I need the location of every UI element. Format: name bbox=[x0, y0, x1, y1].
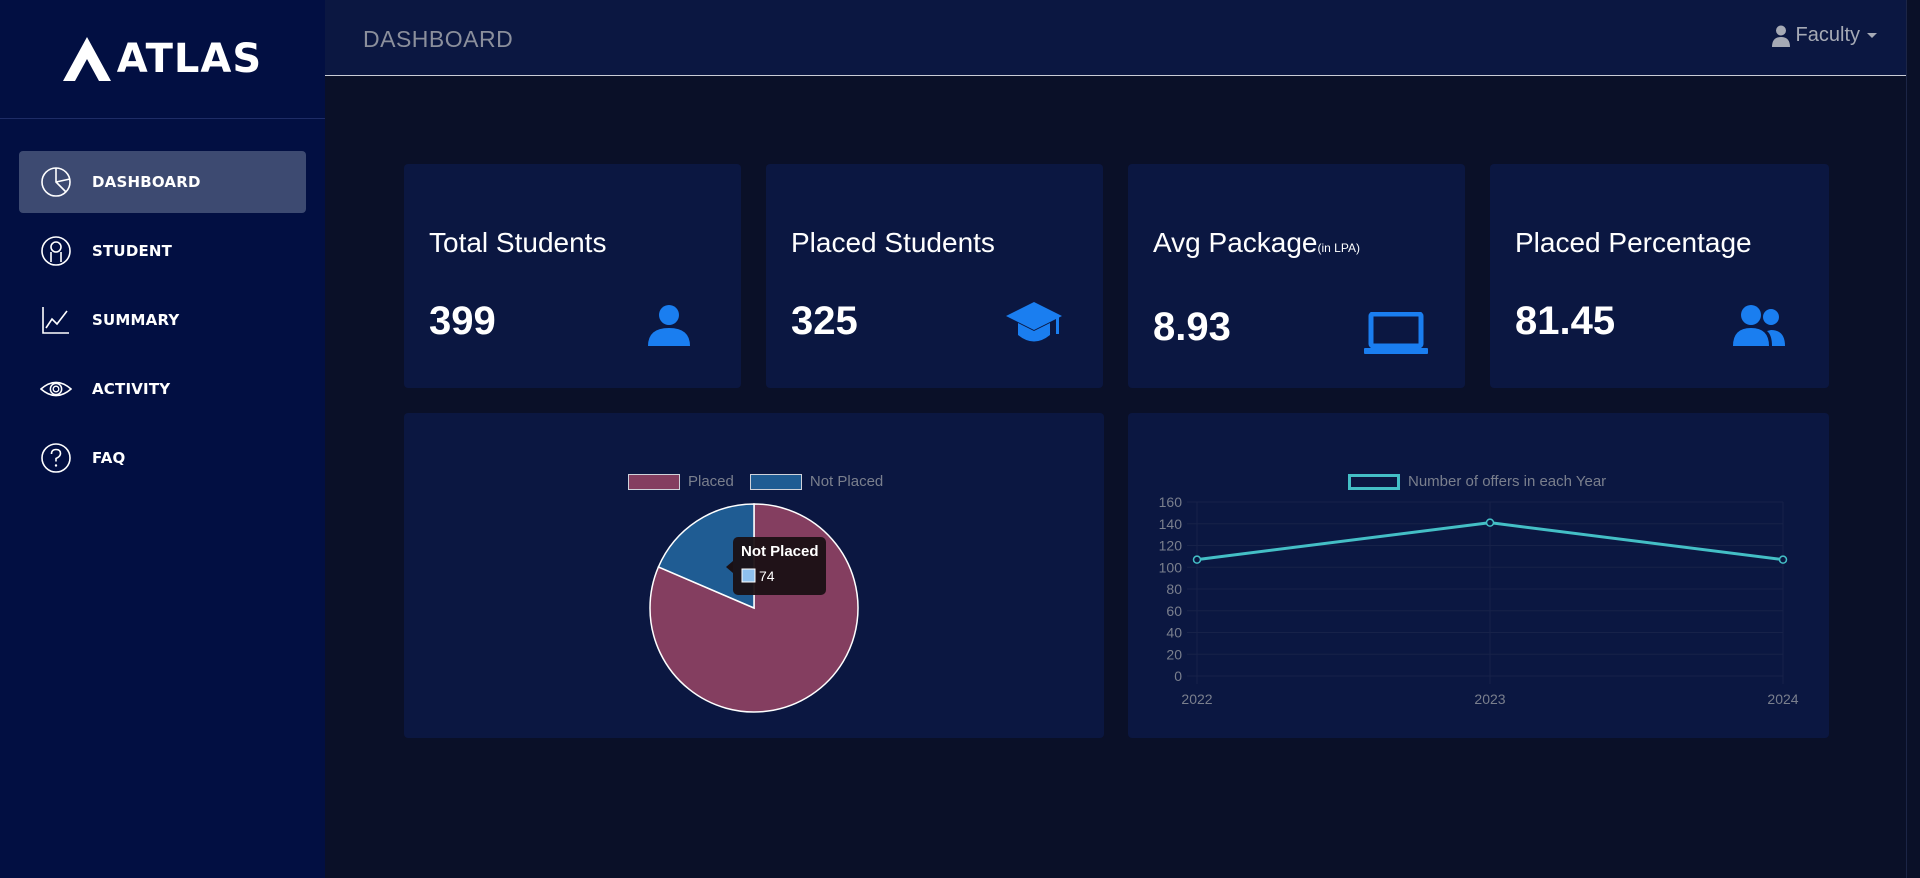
sidebar-item-activity[interactable]: ACTIVITY bbox=[19, 358, 306, 420]
page-title: DASHBOARD bbox=[363, 26, 514, 52]
stat-title-suffix: (in LPA) bbox=[1317, 241, 1360, 255]
stat-value: 81.45 bbox=[1515, 299, 1616, 343]
stat-value: 399 bbox=[429, 299, 496, 343]
top-bar: DASHBOARD Faculty bbox=[325, 0, 1920, 76]
stat-card-placed-percentage: Placed Percentage 81.45 bbox=[1490, 164, 1829, 388]
sidebar-nav: DASHBOARD STUDENT SUMMARY ACTIVITY FAQ bbox=[19, 151, 306, 496]
sidebar-item-label: DASHBOARD bbox=[92, 173, 201, 191]
data-point[interactable] bbox=[1192, 555, 1202, 564]
laptop-icon bbox=[1364, 312, 1428, 354]
caret-down-icon bbox=[1867, 32, 1877, 38]
y-tick-label: 140 bbox=[1159, 516, 1183, 532]
y-tick-label: 80 bbox=[1166, 581, 1182, 597]
y-tick-label: 60 bbox=[1166, 603, 1182, 619]
user-circle-icon bbox=[40, 235, 72, 267]
tooltip-swatch bbox=[741, 568, 756, 583]
tooltip-title: Not Placed bbox=[741, 543, 819, 560]
sidebar-item-summary[interactable]: SUMMARY bbox=[19, 289, 306, 351]
brand-logo[interactable]: ATLAS bbox=[0, 0, 325, 119]
x-tick-label: 2024 bbox=[1767, 691, 1798, 707]
eye-icon bbox=[40, 373, 72, 405]
graduation-cap-icon bbox=[1006, 302, 1062, 342]
line-chart-icon bbox=[40, 304, 72, 336]
y-tick-label: 40 bbox=[1166, 625, 1182, 641]
sidebar: ATLAS DASHBOARD STUDENT SUMMARY ACTIVITY bbox=[0, 0, 325, 878]
stat-value: 8.93 bbox=[1153, 305, 1231, 349]
y-tick-label: 0 bbox=[1174, 668, 1182, 684]
stat-title: Placed Students bbox=[791, 227, 995, 258]
sidebar-item-label: ACTIVITY bbox=[92, 380, 171, 398]
tooltip-value: 74 bbox=[759, 568, 775, 584]
line-chart-card: Number of offers in each Year 160 140 120 1… bbox=[1128, 413, 1829, 738]
data-point[interactable] bbox=[1485, 518, 1495, 527]
stat-card-placed-students: Placed Students 325 bbox=[766, 164, 1103, 388]
stat-title: Avg Package(in LPA) bbox=[1153, 227, 1360, 259]
person-icon bbox=[648, 305, 690, 346]
pie-chart-icon bbox=[40, 166, 72, 198]
user-icon bbox=[1771, 25, 1790, 47]
stat-title: Placed Percentage bbox=[1515, 227, 1752, 258]
y-tick-label: 160 bbox=[1159, 494, 1183, 510]
page-scrollbar[interactable] bbox=[1906, 0, 1920, 878]
y-tick-label: 120 bbox=[1159, 538, 1183, 554]
users-icon bbox=[1733, 305, 1785, 346]
user-menu-label: Faculty bbox=[1795, 24, 1860, 46]
x-tick-label: 2023 bbox=[1474, 691, 1505, 707]
sidebar-item-student[interactable]: STUDENT bbox=[19, 220, 306, 282]
pie-chart: Not Placed 74 bbox=[649, 503, 859, 713]
chart-tooltip: Not Placed 74 bbox=[726, 537, 826, 595]
y-tick-label: 20 bbox=[1166, 646, 1182, 662]
y-tick-label: 100 bbox=[1159, 559, 1183, 575]
data-point[interactable] bbox=[1778, 555, 1788, 564]
sidebar-item-dashboard[interactable]: DASHBOARD bbox=[19, 151, 306, 213]
line-chart: 160 140 120 100 80 60 40 20 0 2022 2023 2024 bbox=[1159, 494, 1799, 707]
x-tick-label: 2022 bbox=[1181, 691, 1212, 707]
user-menu-dropdown[interactable]: Faculty bbox=[1771, 24, 1878, 47]
brand-name: ATLAS bbox=[116, 36, 263, 82]
pie-chart-card: Placed Not Placed Not Placed 74 bbox=[404, 413, 1104, 738]
question-icon bbox=[40, 442, 72, 474]
stat-card-avg-package: Avg Package(in LPA) 8.93 bbox=[1128, 164, 1465, 388]
stat-card-total-students: Total Students 399 bbox=[404, 164, 741, 388]
stat-title: Total Students bbox=[429, 227, 607, 258]
sidebar-item-label: SUMMARY bbox=[92, 311, 180, 329]
stat-title-text: Avg Package bbox=[1153, 227, 1318, 258]
sidebar-item-faq[interactable]: FAQ bbox=[19, 427, 306, 489]
sidebar-item-label: STUDENT bbox=[92, 242, 173, 260]
stat-value: 325 bbox=[791, 299, 858, 343]
atlas-logo-icon bbox=[62, 37, 111, 81]
sidebar-item-label: FAQ bbox=[92, 449, 126, 467]
